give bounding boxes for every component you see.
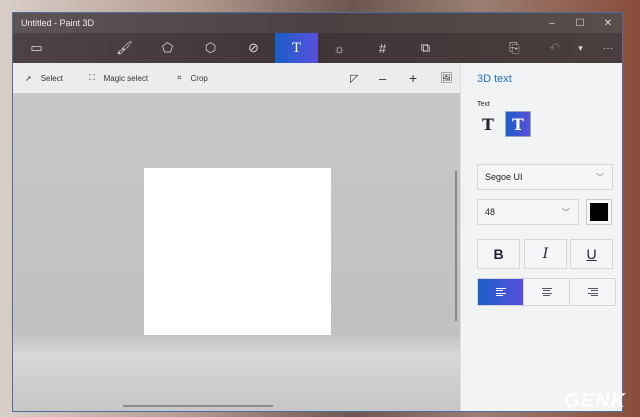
brushes-icon[interactable]: 🖌 xyxy=(103,33,146,63)
history-dropdown-icon[interactable]: ▾ xyxy=(568,33,593,63)
chevron-down-icon: ﹀ xyxy=(596,172,604,182)
align-left-icon xyxy=(495,287,506,297)
magic-select-icon: ⛶ xyxy=(89,73,95,82)
3d-view-icon[interactable]: ◸ xyxy=(350,72,358,85)
canvas-area[interactable] xyxy=(13,93,460,411)
minimize-button[interactable]: – xyxy=(538,13,566,33)
horizontal-scrollbar[interactable] xyxy=(123,405,273,407)
magic-select-button[interactable]: ⛶ Magic select xyxy=(89,73,148,83)
size-value: 48 xyxy=(485,207,496,217)
close-button[interactable]: ✕ xyxy=(594,13,622,33)
genk-watermark: GENK xyxy=(564,390,626,412)
zoom-out-icon[interactable]: – xyxy=(379,71,386,86)
panel-title: 3D text xyxy=(477,73,512,85)
text-label: Text xyxy=(477,101,490,108)
bold-button[interactable]: B xyxy=(477,239,520,269)
canvas[interactable] xyxy=(144,168,331,335)
stickers-icon[interactable]: ⊘ xyxy=(232,33,275,63)
select-button[interactable]: ➚ Select xyxy=(25,74,63,83)
align-right-button[interactable] xyxy=(569,278,616,306)
maximize-button[interactable]: ☐ xyxy=(566,13,594,33)
menu-folder-icon[interactable]: ▭ xyxy=(15,33,58,63)
paint3d-window: Untitled - Paint 3D – ☐ ✕ ▭ 🖌 ⬠ ⬡ ⊘ T ☼ … xyxy=(12,12,623,412)
canvas-icon[interactable]: # xyxy=(361,33,404,63)
crop-label: Crop xyxy=(190,73,208,83)
text-panel: 3D text Text T T Segoe UI ﹀ 48 ﹀ B I U xyxy=(460,63,622,411)
cursor-icon: ➚ xyxy=(25,73,32,83)
2d-text-icon[interactable]: T xyxy=(475,111,501,137)
main-toolbar: ▭ 🖌 ⬠ ⬡ ⊘ T ☼ # ⧉ ⎘ ↶ ▾ ··· xyxy=(13,33,622,63)
image-icon[interactable]: 🖼 xyxy=(440,73,453,84)
3d-text-icon[interactable]: T xyxy=(505,111,531,137)
underline-button[interactable]: U xyxy=(570,239,613,269)
crop-icon: ⌗ xyxy=(177,73,182,82)
magic-select-label: Magic select xyxy=(103,73,149,83)
align-center-icon xyxy=(541,287,552,297)
effects-icon[interactable]: ☼ xyxy=(318,33,361,63)
select-label: Select xyxy=(40,73,63,83)
paste-icon[interactable]: ⎘ xyxy=(493,33,536,63)
crop-button[interactable]: ⌗ Crop xyxy=(177,73,208,83)
more-icon[interactable]: ··· xyxy=(593,33,622,63)
italic-button[interactable]: I xyxy=(524,239,567,269)
text-tool-icon[interactable]: T xyxy=(275,33,318,63)
zoom-in-icon[interactable]: + xyxy=(409,70,417,86)
color-swatch[interactable] xyxy=(586,199,612,225)
window-title: Untitled - Paint 3D xyxy=(21,18,95,28)
title-bar: Untitled - Paint 3D – ☐ ✕ xyxy=(13,13,622,33)
font-value: Segoe UI xyxy=(485,172,523,182)
align-left-button[interactable] xyxy=(477,278,524,306)
vertical-scrollbar[interactable] xyxy=(455,171,457,321)
remix3d-icon[interactable]: ⧉ xyxy=(404,33,447,63)
chevron-down-icon: ﹀ xyxy=(562,207,570,217)
3d-shapes-icon[interactable]: ⬡ xyxy=(189,33,232,63)
size-dropdown[interactable]: 48 ﹀ xyxy=(477,199,579,225)
align-center-button[interactable] xyxy=(523,278,570,306)
2d-shapes-icon[interactable]: ⬠ xyxy=(146,33,189,63)
sub-toolbar: ➚ Select ⛶ Magic select ⌗ Crop ◸ – + 🖼 xyxy=(13,63,460,93)
font-dropdown[interactable]: Segoe UI ﹀ xyxy=(477,164,613,190)
align-right-icon xyxy=(587,287,598,297)
